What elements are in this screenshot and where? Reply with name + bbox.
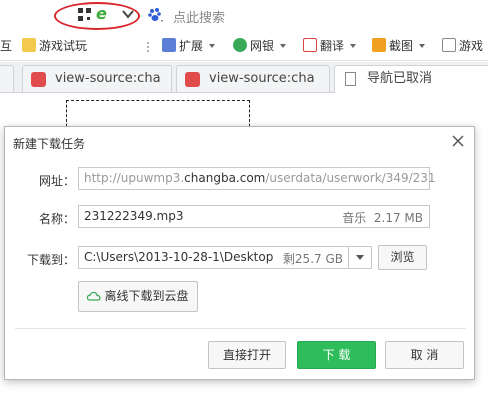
- cancel-button[interactable]: 取 消: [385, 341, 464, 369]
- dialog-title: 新建下载任务: [13, 137, 86, 151]
- path-dropdown-button[interactable]: [348, 247, 371, 268]
- address-bar-row: e 点此搜索: [0, 0, 488, 32]
- toolbar-item-screenshot[interactable]: 截图: [372, 37, 426, 55]
- caret-down-icon: [350, 44, 357, 48]
- tab-strip: view-source:cha view-source:cha 导航已取消: [0, 62, 488, 93]
- toolbar-item-extensions[interactable]: 扩展: [162, 37, 216, 55]
- footer-divider: [15, 328, 466, 329]
- tab-navigation-cancelled[interactable]: 导航已取消: [334, 65, 488, 93]
- download-button[interactable]: 下 载: [297, 341, 376, 369]
- url-domain: changba.com: [184, 171, 266, 185]
- browse-button[interactable]: 浏览: [378, 245, 427, 270]
- toolbar-item-games[interactable]: 游戏: [442, 37, 483, 55]
- tab-view-source-1[interactable]: view-source:cha: [22, 65, 172, 92]
- save-to-label: 下载到：: [26, 253, 75, 267]
- bank-shield-icon: [233, 38, 247, 52]
- page-icon: [345, 72, 356, 86]
- toolbar-grip[interactable]: [146, 41, 150, 53]
- caret-down-icon: [419, 44, 426, 48]
- tab-partial[interactable]: [0, 65, 14, 92]
- bookmark-toolbar: 互 游戏试玩 扩展 网银 翻译 截图 游戏: [0, 33, 488, 61]
- url-label: 网址：: [38, 174, 75, 188]
- screenshot-icon: [372, 38, 386, 52]
- qr-code-icon[interactable]: [78, 8, 91, 21]
- ie-mode-icon[interactable]: e: [96, 6, 111, 22]
- changba-favicon-icon: [185, 72, 200, 87]
- chevron-down-icon[interactable]: [120, 6, 136, 22]
- caret-down-icon: [209, 44, 216, 48]
- file-type: 音乐: [342, 211, 367, 225]
- file-name-field[interactable]: 231222349.mp3 音乐 2.17 MB: [78, 205, 430, 228]
- open-directly-button[interactable]: 直接打开: [208, 341, 286, 369]
- save-path-value: C:\Users\2013-10-28-1\Desktop: [84, 250, 274, 264]
- close-icon[interactable]: [448, 131, 468, 151]
- new-download-dialog: 新建下载任务 网址： http://upuwmp3.changba.com/us…: [4, 126, 475, 380]
- url-prefix: http://upuwmp3.: [84, 171, 185, 185]
- gamepad-icon: [442, 38, 456, 52]
- file-name-value: 231222349.mp3: [84, 209, 184, 223]
- toolbar-item-game-trial[interactable]: 游戏试玩: [22, 37, 87, 55]
- cloud-icon: [87, 291, 102, 301]
- offline-cloud-download-button[interactable]: 离线下载到云盘: [78, 281, 198, 312]
- file-size: 2.17 MB: [373, 211, 423, 225]
- toolbar-item-partial[interactable]: 互: [0, 37, 12, 55]
- folder-icon: [22, 38, 36, 52]
- url-field[interactable]: http://upuwmp3.changba.com/userdata/user…: [78, 167, 436, 190]
- caret-down-icon: [280, 44, 287, 48]
- toolbar-item-bank[interactable]: 网银: [233, 37, 287, 55]
- free-space: 剩25.7 GB: [282, 252, 343, 266]
- save-path-field[interactable]: C:\Users\2013-10-28-1\Desktop 剩25.7 GB: [78, 246, 372, 269]
- url-suffix: /userdata/userwork/349/231: [265, 171, 436, 185]
- extension-icon: [162, 38, 176, 52]
- changba-favicon-icon: [31, 72, 46, 87]
- translate-icon: [303, 38, 317, 52]
- toolbar-item-translate[interactable]: 翻译: [303, 37, 357, 55]
- name-label: 名称：: [38, 212, 75, 226]
- tab-view-source-2[interactable]: view-source:cha: [176, 65, 330, 92]
- search-input[interactable]: 点此搜索: [173, 7, 225, 26]
- search-engine-paw-icon[interactable]: [147, 6, 165, 24]
